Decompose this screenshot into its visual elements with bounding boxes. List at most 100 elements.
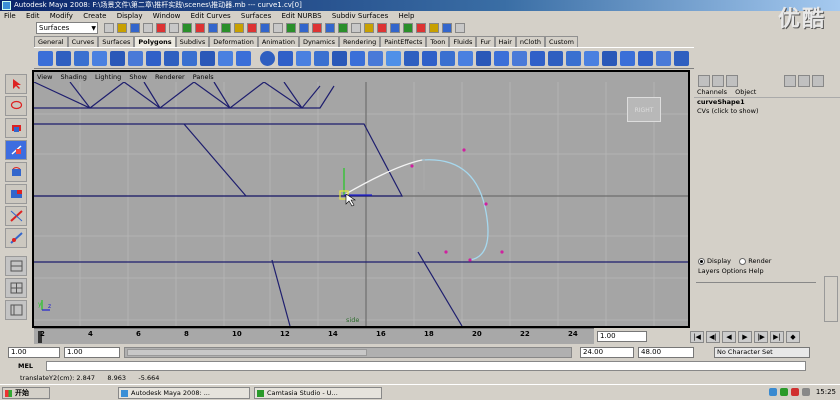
attribute-editor-icon[interactable] [429, 23, 439, 33]
panel-menu-view[interactable]: View [34, 73, 55, 81]
bridge-icon[interactable] [422, 51, 437, 66]
layer-menu-help[interactable]: Help [749, 267, 764, 275]
shelf-tab-ncloth[interactable]: nCloth [515, 36, 545, 47]
layout-four-button[interactable] [5, 278, 27, 298]
open-scene-icon[interactable] [117, 23, 127, 33]
channel-box-icon[interactable] [455, 23, 465, 33]
bevel-icon[interactable] [548, 51, 563, 66]
range-slider-thumb[interactable] [127, 349, 367, 356]
mask-surfaces-icon[interactable] [234, 23, 244, 33]
split-polygon-icon[interactable] [476, 51, 491, 66]
menu-modify[interactable]: Modify [46, 11, 77, 21]
viewport-scene[interactable]: y z [34, 72, 688, 326]
panel-menu-show[interactable]: Show [126, 73, 150, 81]
shelf-tab-painteffects[interactable]: PaintEffects [380, 36, 427, 47]
animation-start-field[interactable]: 1.00 [8, 347, 60, 358]
poly-cone-icon[interactable] [92, 51, 107, 66]
snap-point-icon[interactable] [325, 23, 335, 33]
wireframe-geometry[interactable] [34, 81, 688, 326]
render-settings-icon[interactable] [403, 23, 413, 33]
panel-menu-renderer[interactable]: Renderer [152, 73, 188, 81]
shelf-tab-general[interactable]: General [34, 36, 68, 47]
layout-single-button[interactable] [5, 256, 27, 276]
shelf-tab-rendering[interactable]: Rendering [339, 36, 381, 47]
poly-pyramid-icon[interactable] [164, 51, 179, 66]
playback-end-field[interactable]: 24.00 [580, 347, 634, 358]
uv-editor-icon[interactable] [620, 51, 635, 66]
extract-icon[interactable] [296, 51, 311, 66]
select-tool-button[interactable] [5, 74, 27, 94]
poly-prism-icon[interactable] [146, 51, 161, 66]
channel-box-cvs-row[interactable]: CVs (click to show) [694, 107, 840, 116]
new-scene-icon[interactable] [104, 23, 114, 33]
history-icon[interactable] [364, 23, 374, 33]
make-live-icon[interactable] [351, 23, 361, 33]
shelf-tab-dynamics[interactable]: Dynamics [298, 36, 340, 47]
poly-sphere-icon[interactable] [38, 51, 53, 66]
tray-volume-icon[interactable] [802, 388, 810, 396]
rotate-tool-button[interactable] [5, 162, 27, 182]
character-set-dropdown[interactable]: No Character Set [714, 347, 810, 358]
last-tool-button[interactable] [5, 228, 27, 248]
mask-misc-icon[interactable] [286, 23, 296, 33]
menu-help[interactable]: Help [394, 11, 418, 21]
taskbar-item-camtasia[interactable]: Camtasia Studio - U... [254, 387, 382, 399]
layer-scrollbar[interactable] [824, 276, 838, 322]
scale-tool-button[interactable] [5, 184, 27, 204]
layer-menu-options[interactable]: Options [722, 267, 747, 275]
view-cube-right[interactable]: RIGHT [627, 97, 661, 122]
poke-face-icon[interactable] [584, 51, 599, 66]
insert-edge-loop-icon[interactable] [494, 51, 509, 66]
mask-dynamics-icon[interactable] [260, 23, 270, 33]
append-polygon-icon[interactable] [440, 51, 455, 66]
show-hide-icon[interactable] [416, 23, 426, 33]
menu-create[interactable]: Create [79, 11, 110, 21]
panel-menu-panels[interactable]: Panels [190, 73, 217, 81]
poly-platonic-icon[interactable] [236, 51, 251, 66]
menu-surfaces[interactable]: Surfaces [237, 11, 275, 21]
command-language-label[interactable]: MEL [18, 362, 33, 370]
shelf-tab-fluids[interactable]: Fluids [449, 36, 477, 47]
shelf-tab-polygons[interactable]: Polygons [134, 36, 176, 47]
side-viewport[interactable]: y z View Shading Lighting Show Renderer … [32, 70, 690, 328]
show-channel-box-icon[interactable] [698, 75, 710, 87]
shelf-tab-hair[interactable]: Hair [494, 36, 516, 47]
snap-curve-icon[interactable] [312, 23, 322, 33]
menu-subdiv-surfaces[interactable]: Subdiv Surfaces [328, 11, 392, 21]
ipr-render-icon[interactable] [390, 23, 400, 33]
poly-torus-icon[interactable] [128, 51, 143, 66]
combine-icon[interactable] [260, 51, 275, 66]
mask-joints-icon[interactable] [208, 23, 218, 33]
mirror-geometry-icon[interactable] [386, 51, 401, 66]
render-current-icon[interactable] [377, 23, 387, 33]
dock-center-icon[interactable] [798, 75, 810, 87]
mask-rendering-icon[interactable] [273, 23, 283, 33]
panel-menu-shading[interactable]: Shading [58, 73, 90, 81]
menu-edit[interactable]: Edit [22, 11, 44, 21]
offset-edge-loop-icon[interactable] [512, 51, 527, 66]
shelf-tab-custom[interactable]: Custom [545, 36, 578, 47]
manipulator-tool-button[interactable] [5, 206, 27, 226]
poly-plane-icon[interactable] [110, 51, 125, 66]
snap-grid-icon[interactable] [299, 23, 309, 33]
select-hierarchy-icon[interactable] [143, 23, 153, 33]
mask-deformations-icon[interactable] [247, 23, 257, 33]
menu-edit-nurbs[interactable]: Edit NURBS [277, 11, 325, 21]
merge-vertices-icon[interactable] [530, 51, 545, 66]
shelf-tab-toon[interactable]: Toon [426, 36, 450, 47]
select-object-icon[interactable] [156, 23, 166, 33]
range-slider[interactable] [124, 347, 572, 358]
fill-hole-icon[interactable] [458, 51, 473, 66]
go-to-start-icon[interactable]: |◀ [690, 331, 704, 343]
automatic-mapping-icon[interactable] [656, 51, 671, 66]
taskbar-item-maya[interactable]: Autodesk Maya 2008: ... [118, 387, 250, 399]
show-attribute-editor-icon[interactable] [712, 75, 724, 87]
shelf-tab-subdivs[interactable]: Subdivs [175, 36, 210, 47]
shelf-tab-surfaces[interactable]: Surfaces [98, 36, 135, 47]
snap-view-plane-icon[interactable] [338, 23, 348, 33]
curve1[interactable] [343, 148, 504, 262]
menu-edit-curves[interactable]: Edit Curves [187, 11, 235, 21]
lasso-tool-button[interactable] [5, 96, 27, 116]
mask-handles-icon[interactable] [195, 23, 205, 33]
tray-recording-icon[interactable] [791, 388, 799, 396]
